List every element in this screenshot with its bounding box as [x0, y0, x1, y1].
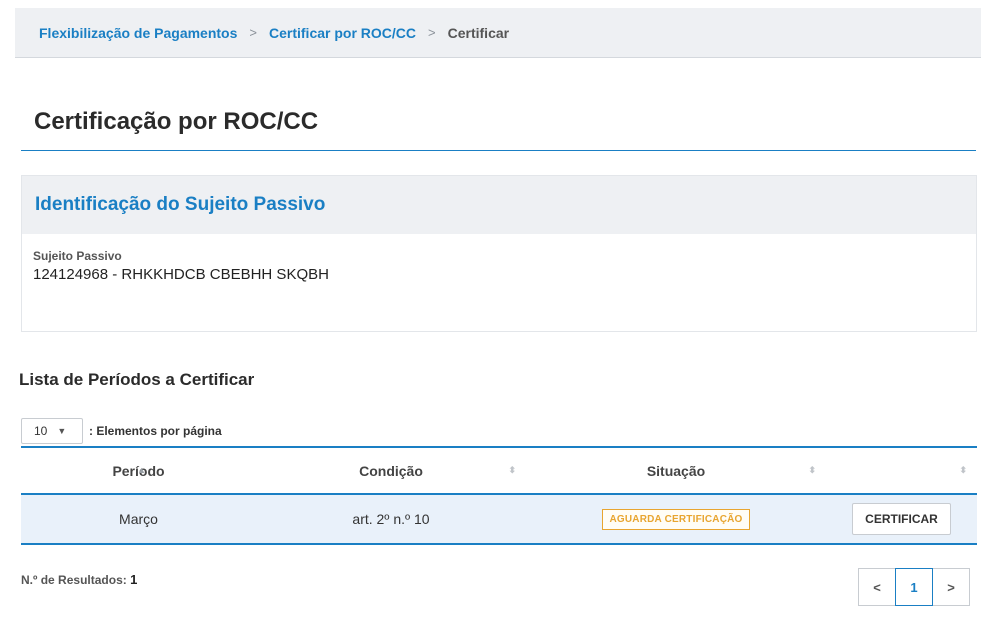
- column-header-situacao[interactable]: Situação ⬍: [526, 446, 826, 495]
- status-badge: AGUARDA CERTIFICAÇÃO: [602, 508, 750, 530]
- breadcrumb-link-certificar-roc[interactable]: Certificar por ROC/CC: [269, 25, 416, 41]
- sort-asc-icon: ▲: [137, 465, 146, 475]
- cell-action: CERTIFICAR: [826, 494, 977, 545]
- cell-condicao: art. 2º n.º 10: [256, 494, 526, 545]
- identification-panel-body: Sujeito Passivo 124124968 - RHKKHDCB CBE…: [22, 234, 976, 298]
- page-size-select[interactable]: 10 ▼: [21, 418, 83, 444]
- periods-list-title: Lista de Períodos a Certificar: [19, 370, 255, 389]
- page-size-label: : Elementos por página: [89, 424, 222, 438]
- sujeito-passivo-label: Sujeito Passivo: [33, 249, 122, 263]
- prev-page-button[interactable]: <: [858, 568, 896, 606]
- page-size-control: 10 ▼ : Elementos por página: [21, 418, 222, 444]
- results-count: N.º de Resultados: 1: [21, 572, 137, 587]
- sujeito-passivo-value: 124124968 - RHKKHDCB CBEBHH SKQBH: [33, 266, 329, 283]
- identification-panel-header: Identificação do Sujeito Passivo: [22, 176, 976, 234]
- breadcrumb-separator-icon: >: [249, 25, 257, 40]
- cell-periodo: Março: [21, 494, 256, 545]
- breadcrumb-link-flexibilizacao[interactable]: Flexibilização de Pagamentos: [39, 25, 237, 41]
- column-header-periodo[interactable]: Período ▲: [21, 446, 256, 495]
- chevron-down-icon: ▼: [57, 426, 67, 436]
- title-divider: [21, 150, 976, 151]
- sort-icon: ⬍: [508, 465, 516, 475]
- column-header-actions[interactable]: ⬍: [826, 446, 977, 495]
- column-header-label: Situação: [646, 462, 706, 479]
- page-title: Certificação por ROC/CC: [34, 108, 319, 135]
- results-value: 1: [130, 572, 138, 587]
- cell-situacao: AGUARDA CERTIFICAÇÃO: [526, 494, 826, 545]
- page-size-value: 10: [34, 424, 48, 438]
- breadcrumb-separator-icon: >: [428, 25, 436, 40]
- page-1-button[interactable]: 1: [895, 568, 933, 606]
- column-header-condicao[interactable]: Condição ⬍: [256, 446, 526, 495]
- table-row: Março art. 2º n.º 10 AGUARDA CERTIFICAÇÃ…: [21, 494, 977, 545]
- sort-icon: ⬍: [808, 465, 816, 475]
- periods-table: Período ▲ Condição ⬍ Situação ⬍ ⬍ Março …: [21, 446, 977, 545]
- identification-panel: Identificação do Sujeito Passivo Sujeito…: [21, 175, 977, 332]
- breadcrumb-current: Certificar: [447, 24, 510, 41]
- sort-icon: ⬍: [959, 465, 967, 475]
- column-header-label: Condição: [359, 462, 423, 479]
- table-header-row: Período ▲ Condição ⬍ Situação ⬍ ⬍: [21, 446, 977, 495]
- pagination: < 1 >: [858, 568, 970, 606]
- certify-button[interactable]: CERTIFICAR: [852, 503, 951, 535]
- results-label: N.º de Resultados:: [21, 573, 127, 587]
- breadcrumb: Flexibilização de Pagamentos > Certifica…: [15, 8, 981, 58]
- next-page-button[interactable]: >: [932, 568, 970, 606]
